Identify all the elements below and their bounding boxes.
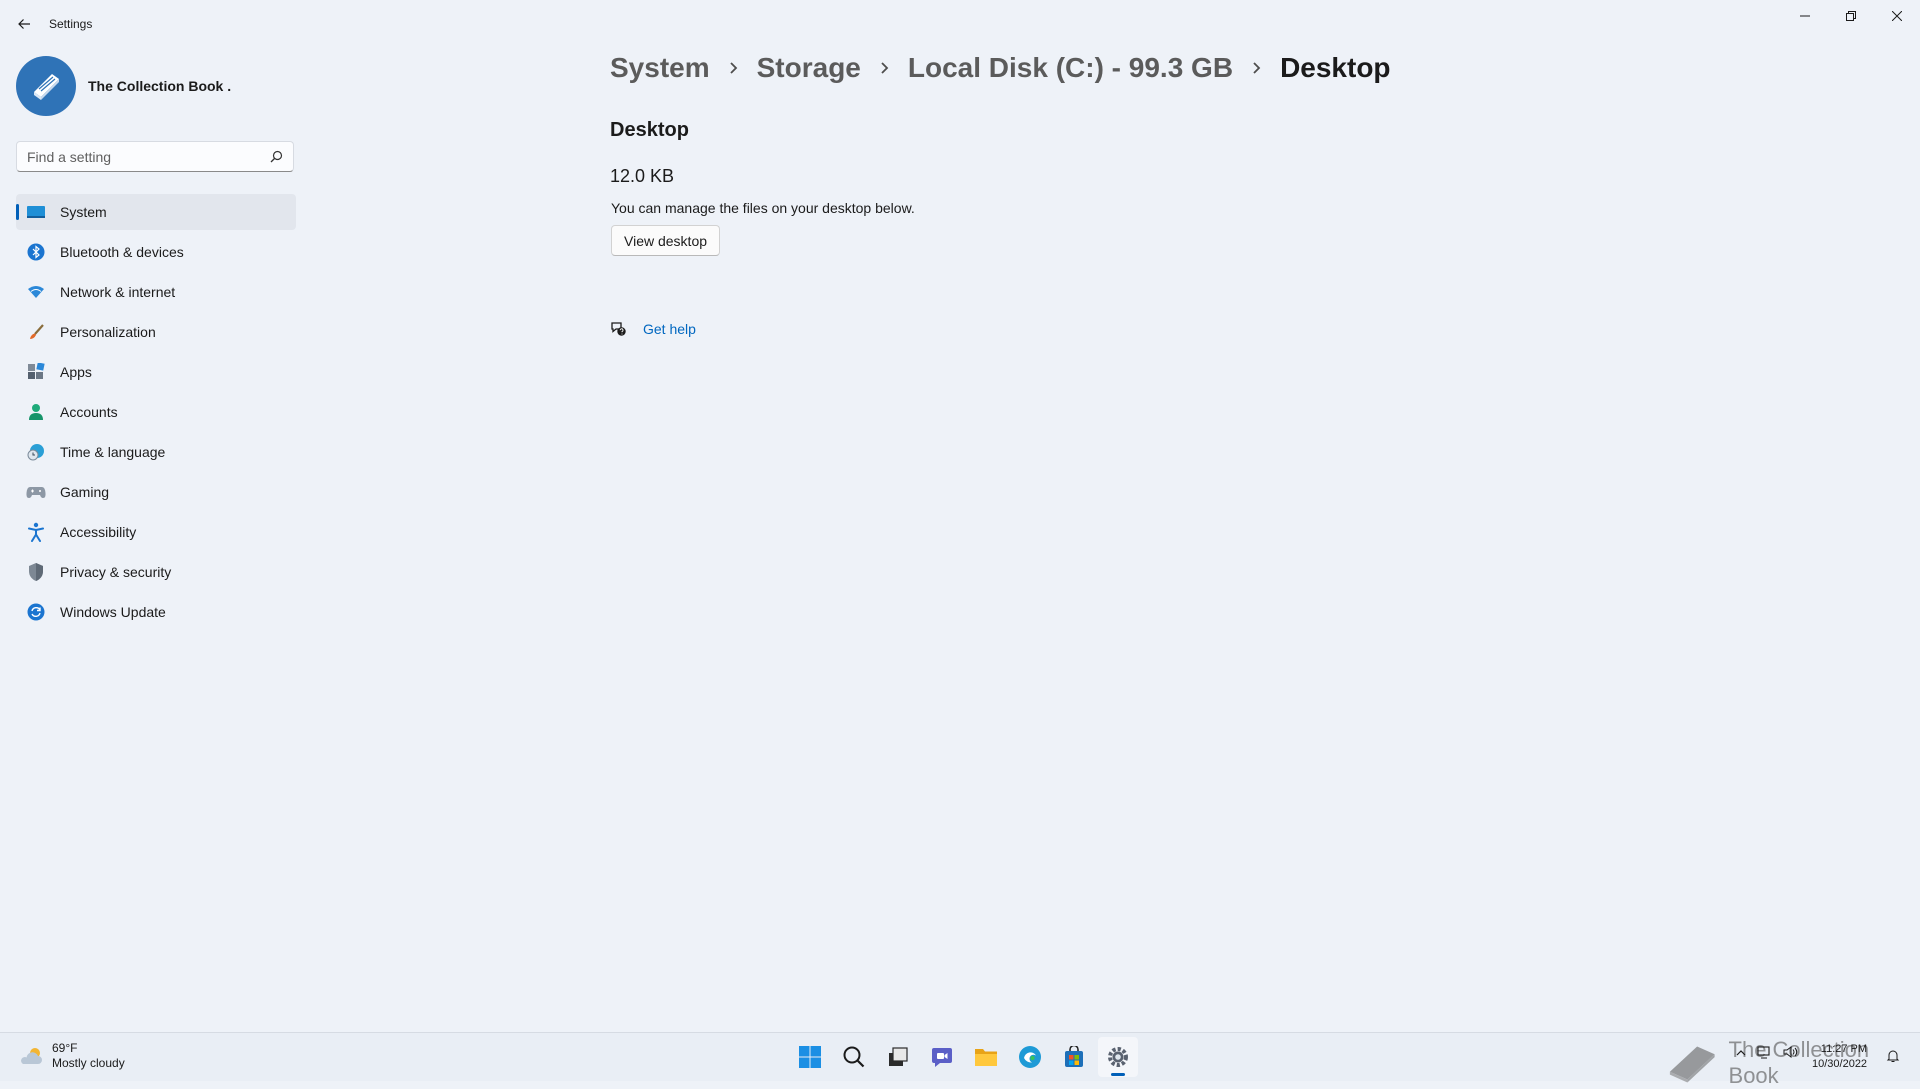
close-icon <box>1892 11 1902 21</box>
chevron-right-icon <box>1252 61 1261 75</box>
sidebar-item-label: Accounts <box>60 404 118 420</box>
weather-condition: Mostly cloudy <box>52 1056 125 1070</box>
network-tray-icon[interactable] <box>1757 1045 1773 1064</box>
breadcrumb: System Storage Local Disk (C:) - 99.3 GB… <box>610 52 1391 84</box>
sidebar-item-label: Network & internet <box>60 284 176 300</box>
system-tray <box>1735 1045 1799 1064</box>
start-button[interactable] <box>790 1037 830 1077</box>
clock-time: 11:27 PM <box>1820 1043 1868 1055</box>
weather-temp: 69°F <box>52 1041 78 1055</box>
accounts-icon <box>26 402 46 422</box>
sidebar-item-label: Personalization <box>60 324 156 340</box>
apps-icon <box>26 362 46 382</box>
search-box[interactable] <box>16 141 294 172</box>
system-icon <box>26 202 46 222</box>
settings-taskbar-button[interactable] <box>1098 1037 1138 1077</box>
sidebar-item-label: Time & language <box>60 444 166 460</box>
chevron-right-icon <box>880 61 889 75</box>
sidebar-item-privacy[interactable]: Privacy & security <box>16 554 296 590</box>
windows-logo-icon <box>799 1046 821 1068</box>
minimize-icon <box>1800 15 1810 17</box>
clock[interactable]: 11:27 PM 10/30/2022 <box>1812 1042 1867 1072</box>
breadcrumb-desktop: Desktop <box>1280 52 1391 83</box>
search-icon <box>843 1046 865 1068</box>
taskbar: 69°F Mostly cloudy The Collection Book 1… <box>0 1032 1920 1088</box>
sidebar-item-network[interactable]: Network & internet <box>16 274 296 310</box>
store-button[interactable] <box>1054 1037 1094 1077</box>
back-button[interactable] <box>10 10 38 38</box>
sidebar-item-label: Windows Update <box>60 604 166 620</box>
breadcrumb-local-disk[interactable]: Local Disk (C:) - 99.3 GB <box>908 52 1233 84</box>
breadcrumb-system[interactable]: System <box>610 52 710 84</box>
task-view-icon <box>889 1047 908 1066</box>
sidebar-nav: System Bluetooth & devices Network & int… <box>16 194 296 634</box>
edge-icon <box>1019 1046 1041 1068</box>
sidebar-item-label: Privacy & security <box>60 564 172 580</box>
taskbar-search-button[interactable] <box>834 1037 874 1077</box>
breadcrumb-storage[interactable]: Storage <box>757 52 861 84</box>
profile-card[interactable]: The Collection Book . <box>16 56 231 116</box>
file-explorer-button[interactable] <box>966 1037 1006 1077</box>
gaming-icon <box>26 482 46 502</box>
gear-icon <box>1108 1047 1128 1067</box>
sidebar-item-gaming[interactable]: Gaming <box>16 474 296 510</box>
sidebar-item-personalization[interactable]: Personalization <box>16 314 296 350</box>
volume-icon[interactable] <box>1783 1045 1799 1064</box>
sidebar-item-label: Apps <box>60 364 92 380</box>
back-arrow-icon <box>18 19 30 29</box>
network-icon <box>26 282 46 302</box>
view-desktop-button[interactable]: View desktop <box>611 225 721 256</box>
app-title: Settings <box>49 17 93 31</box>
notification-icon[interactable] <box>1886 1049 1900 1068</box>
watermark-book-icon <box>1669 1046 1715 1083</box>
get-help-link[interactable]: Get help <box>610 320 696 338</box>
restore-button[interactable] <box>1828 0 1874 32</box>
folder-icon <box>975 1049 997 1066</box>
sidebar-item-label: Accessibility <box>60 524 137 540</box>
avatar <box>16 56 76 116</box>
section-title: Desktop <box>610 119 689 141</box>
weather-widget[interactable]: 69°F Mostly cloudy <box>18 1041 125 1071</box>
sidebar-item-windows-update[interactable]: Windows Update <box>16 594 296 630</box>
sidebar-item-label: System <box>60 204 107 220</box>
chevron-right-icon <box>729 61 738 75</box>
cloud-icon <box>21 1048 42 1064</box>
sidebar-item-system[interactable]: System <box>16 194 296 230</box>
sidebar-item-accessibility[interactable]: Accessibility <box>16 514 296 550</box>
profile-name: The Collection Book . <box>88 78 232 94</box>
book-icon <box>34 74 59 100</box>
help-icon <box>611 322 626 336</box>
store-icon <box>1065 1046 1083 1067</box>
sidebar-item-accounts[interactable]: Accounts <box>16 394 296 430</box>
close-button[interactable] <box>1874 0 1920 32</box>
get-help-label[interactable]: Get help <box>643 321 696 337</box>
taskbar-pinned-apps <box>788 1033 1140 1081</box>
sidebar-item-label: Gaming <box>60 484 110 500</box>
title-bar: Settings <box>0 0 1920 48</box>
sidebar-item-time-language[interactable]: Time & language <box>16 434 296 470</box>
sidebar-item-label: Bluetooth & devices <box>60 244 184 260</box>
sidebar-item-bluetooth[interactable]: Bluetooth & devices <box>16 234 296 270</box>
update-icon <box>26 602 46 622</box>
time-language-icon <box>26 442 46 462</box>
bluetooth-icon <box>26 242 46 262</box>
chat-button[interactable] <box>922 1037 962 1077</box>
task-view-button[interactable] <box>878 1037 918 1077</box>
settings-window: Settings The Collection Book . System <box>0 0 1920 1032</box>
edge-button[interactable] <box>1010 1037 1050 1077</box>
clock-date: 10/30/2022 <box>1812 1058 1868 1070</box>
chevron-up-icon[interactable] <box>1735 1046 1747 1064</box>
minimize-button[interactable] <box>1782 0 1828 32</box>
chat-icon <box>932 1048 952 1067</box>
search-input[interactable] <box>17 142 257 171</box>
desktop-description: You can manage the files on your desktop… <box>611 200 915 216</box>
sidebar-item-apps[interactable]: Apps <box>16 354 296 390</box>
search-icon <box>270 150 283 168</box>
shield-icon <box>26 562 46 582</box>
restore-icon <box>1846 11 1856 21</box>
brush-icon <box>26 322 46 342</box>
accessibility-icon <box>26 522 46 542</box>
desktop-size-value: 12.0 KB <box>610 166 675 186</box>
